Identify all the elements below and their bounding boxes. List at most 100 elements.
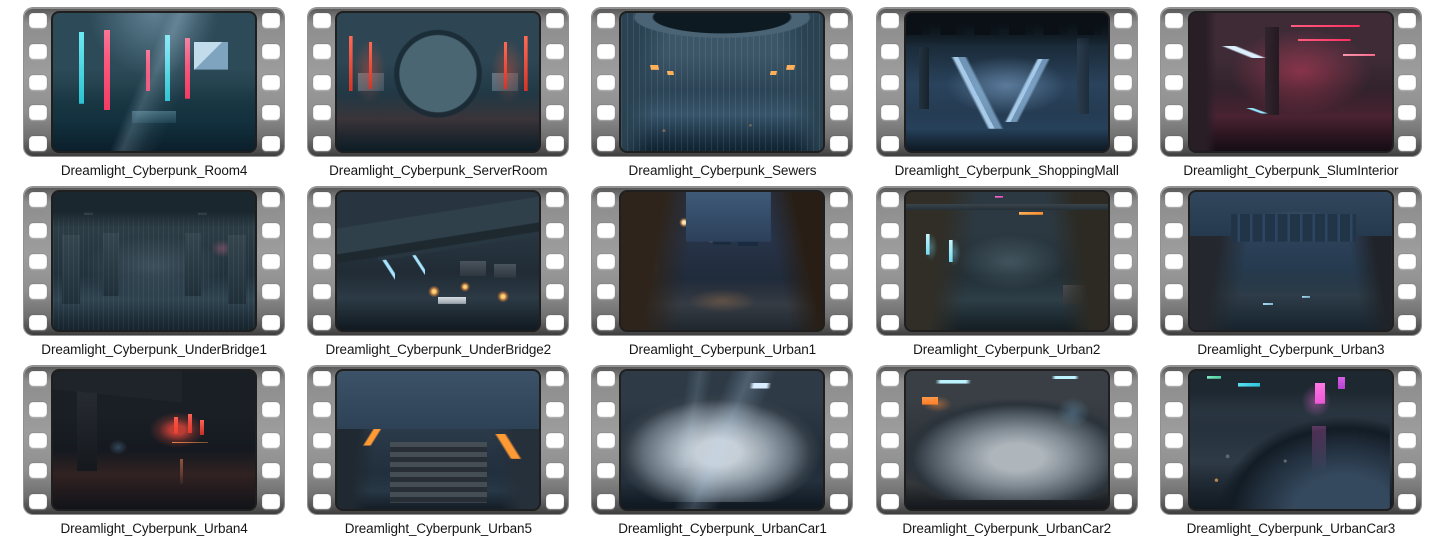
sprocket-hole — [313, 254, 331, 269]
filmstrip-left-rail — [308, 371, 335, 509]
video-thumbnail-sluminterior[interactable]: Dreamlight_Cyberpunk_SlumInterior — [1149, 8, 1433, 179]
video-thumbnail-urbancar2[interactable]: Dreamlight_Cyberpunk_UrbanCar2 — [865, 366, 1149, 537]
video-thumbnail-room4[interactable]: Dreamlight_Cyberpunk_Room4 — [12, 8, 296, 179]
file-name-label[interactable]: Dreamlight_Cyberpunk_Urban3 — [1197, 342, 1384, 358]
filmstrip-left-rail — [24, 13, 51, 151]
filmstrip-frame — [877, 8, 1137, 156]
file-name-label[interactable]: Dreamlight_Cyberpunk_ServerRoom — [329, 163, 547, 179]
sprocket-hole — [597, 223, 615, 238]
sprocket-hole — [1114, 192, 1132, 207]
file-name-label[interactable]: Dreamlight_Cyberpunk_UrbanCar1 — [618, 521, 827, 537]
sprocket-hole — [313, 223, 331, 238]
file-name-label[interactable]: Dreamlight_Cyberpunk_UrbanCar2 — [902, 521, 1111, 537]
sprocket-hole — [262, 44, 280, 59]
sprocket-hole — [830, 105, 848, 120]
filmstrip-frame — [308, 187, 568, 335]
sprocket-hole — [597, 494, 615, 509]
sprocket-hole — [29, 315, 47, 330]
sprocket-hole — [262, 223, 280, 238]
sprocket-hole — [597, 192, 615, 207]
file-name-label[interactable]: Dreamlight_Cyberpunk_SlumInterior — [1183, 163, 1398, 179]
sprocket-hole — [262, 371, 280, 386]
sprocket-hole — [597, 105, 615, 120]
filmstrip-frame — [1161, 187, 1421, 335]
video-thumbnail-urban2[interactable]: Dreamlight_Cyberpunk_Urban2 — [865, 187, 1149, 358]
file-name-label[interactable]: Dreamlight_Cyberpunk_UnderBridge1 — [41, 342, 267, 358]
sprocket-hole — [830, 44, 848, 59]
file-name-label[interactable]: Dreamlight_Cyberpunk_Room4 — [61, 163, 248, 179]
sprocket-hole — [546, 13, 564, 28]
sprocket-hole — [1165, 284, 1183, 299]
sprocket-hole — [597, 13, 615, 28]
sprocket-hole — [1114, 433, 1132, 448]
sprocket-hole — [546, 371, 564, 386]
sprocket-hole — [1398, 494, 1416, 509]
thumbnail-image-urbancar3 — [1188, 369, 1394, 511]
video-thumbnail-urban1[interactable]: Dreamlight_Cyberpunk_Urban1 — [580, 187, 864, 358]
sprocket-hole — [29, 433, 47, 448]
sprocket-hole — [881, 13, 899, 28]
video-thumbnail-urbancar3[interactable]: Dreamlight_Cyberpunk_UrbanCar3 — [1149, 366, 1433, 537]
file-name-label[interactable]: Dreamlight_Cyberpunk_Urban2 — [913, 342, 1100, 358]
thumbnail-image-serverroom — [335, 11, 541, 153]
filmstrip-left-rail — [1161, 371, 1188, 509]
sprocket-hole — [546, 315, 564, 330]
file-name-label[interactable]: Dreamlight_Cyberpunk_UnderBridge2 — [326, 342, 552, 358]
sprocket-hole — [262, 75, 280, 90]
video-thumbnail-urban3[interactable]: Dreamlight_Cyberpunk_Urban3 — [1149, 187, 1433, 358]
filmstrip-left-rail — [592, 371, 619, 509]
sprocket-hole — [546, 223, 564, 238]
video-thumbnail-urban4[interactable]: Dreamlight_Cyberpunk_Urban4 — [12, 366, 296, 537]
sprocket-hole — [313, 402, 331, 417]
sprocket-hole — [597, 371, 615, 386]
sprocket-hole — [1398, 463, 1416, 478]
sprocket-hole — [1114, 75, 1132, 90]
sprocket-hole — [597, 433, 615, 448]
sprocket-hole — [1398, 315, 1416, 330]
sprocket-hole — [313, 284, 331, 299]
sprocket-hole — [830, 371, 848, 386]
sprocket-hole — [830, 254, 848, 269]
video-thumbnail-underbridge2[interactable]: Dreamlight_Cyberpunk_UnderBridge2 — [296, 187, 580, 358]
sprocket-hole — [1398, 75, 1416, 90]
sprocket-hole — [1398, 105, 1416, 120]
sprocket-hole — [1165, 223, 1183, 238]
sprocket-hole — [1114, 13, 1132, 28]
sprocket-hole — [830, 75, 848, 90]
file-name-label[interactable]: Dreamlight_Cyberpunk_Urban1 — [629, 342, 816, 358]
video-thumbnail-urbancar1[interactable]: Dreamlight_Cyberpunk_UrbanCar1 — [580, 366, 864, 537]
sprocket-hole — [1165, 44, 1183, 59]
filmstrip-right-rail — [825, 13, 852, 151]
sprocket-hole — [546, 284, 564, 299]
sprocket-hole — [313, 371, 331, 386]
filmstrip-frame — [1161, 366, 1421, 514]
filmstrip-frame — [592, 366, 852, 514]
filmstrip-right-rail — [1110, 13, 1137, 151]
sprocket-hole — [1114, 371, 1132, 386]
file-name-label[interactable]: Dreamlight_Cyberpunk_UrbanCar3 — [1187, 521, 1396, 537]
sprocket-hole — [1165, 371, 1183, 386]
video-thumbnail-urban5[interactable]: Dreamlight_Cyberpunk_Urban5 — [296, 366, 580, 537]
sprocket-hole — [29, 494, 47, 509]
sprocket-hole — [262, 105, 280, 120]
video-thumbnail-serverroom[interactable]: Dreamlight_Cyberpunk_ServerRoom — [296, 8, 580, 179]
video-thumbnail-underbridge1[interactable]: Dreamlight_Cyberpunk_UnderBridge1 — [12, 187, 296, 358]
sprocket-hole — [29, 254, 47, 269]
sprocket-hole — [881, 433, 899, 448]
sprocket-hole — [313, 75, 331, 90]
filmstrip-frame — [24, 187, 284, 335]
sprocket-hole — [1165, 13, 1183, 28]
sprocket-hole — [1114, 494, 1132, 509]
sprocket-hole — [1114, 223, 1132, 238]
thumbnail-image-shoppingmall — [904, 11, 1110, 153]
sprocket-hole — [262, 402, 280, 417]
video-thumbnail-sewers[interactable]: Dreamlight_Cyberpunk_Sewers — [580, 8, 864, 179]
file-name-label[interactable]: Dreamlight_Cyberpunk_Urban5 — [345, 521, 532, 537]
file-name-label[interactable]: Dreamlight_Cyberpunk_Urban4 — [61, 521, 248, 537]
video-thumbnail-shoppingmall[interactable]: Dreamlight_Cyberpunk_ShoppingMall — [865, 8, 1149, 179]
sprocket-hole — [830, 402, 848, 417]
sprocket-hole — [881, 223, 899, 238]
file-name-label[interactable]: Dreamlight_Cyberpunk_ShoppingMall — [895, 163, 1119, 179]
sprocket-hole — [29, 44, 47, 59]
file-name-label[interactable]: Dreamlight_Cyberpunk_Sewers — [629, 163, 817, 179]
